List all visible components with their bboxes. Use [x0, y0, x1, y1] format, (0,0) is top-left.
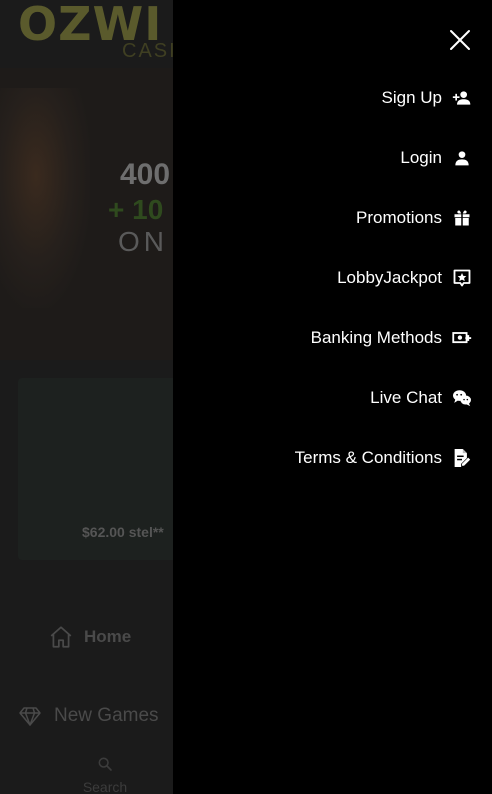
home-icon [48, 624, 74, 650]
person-icon [452, 148, 472, 168]
nav-home-label: Home [84, 627, 132, 646]
hero-character-image [0, 88, 90, 308]
menu-item-live-chat[interactable]: Live Chat [173, 368, 472, 428]
menu-item-promotions[interactable]: Promotions [173, 188, 472, 248]
document-edit-icon [452, 448, 472, 468]
close-icon[interactable] [448, 28, 472, 52]
nav-search-label: Search [82, 779, 128, 794]
menu-item-terms-conditions[interactable]: Terms & Conditions [173, 428, 472, 488]
menu-item-banking-methods[interactable]: Banking Methods [173, 308, 472, 368]
nav-new-games: New Games [18, 704, 159, 728]
menu-item-sign-up[interactable]: Sign Up [173, 68, 472, 128]
star-badge-icon [452, 268, 472, 288]
menu-item-label: Terms & Conditions [294, 448, 442, 467]
hero-bonus-on: ON [118, 226, 168, 257]
menu-item-label: Banking Methods [310, 328, 442, 347]
menu-item-label: Promotions [356, 208, 442, 227]
search-icon [97, 756, 113, 772]
drawer-menu-list: Sign Up Login Promotions LobbyJackpot Ba… [173, 68, 472, 488]
nav-new-games-label: New Games [54, 705, 159, 726]
hero-bonus-amount: 400 [120, 158, 171, 191]
diamond-icon [18, 704, 42, 728]
jackpot-winner-text: $62.00 stel** [82, 524, 164, 540]
menu-item-lobby-jackpot[interactable]: LobbyJackpot [173, 248, 472, 308]
menu-item-label: Live Chat [370, 388, 442, 407]
gift-icon [452, 208, 472, 228]
menu-item-label: LobbyJackpot [337, 268, 442, 287]
money-add-icon [452, 328, 472, 348]
menu-item-label: Sign Up [381, 88, 442, 107]
site-logo-subtitle: CASI [122, 40, 177, 62]
nav-home: Home [48, 624, 131, 650]
menu-item-login[interactable]: Login [173, 128, 472, 188]
chat-bubbles-icon [452, 388, 472, 408]
nav-search: Search [80, 756, 130, 794]
hero-bonus-extra: + 10 [108, 194, 164, 225]
person-add-icon [452, 88, 472, 108]
side-drawer-menu: Sign Up Login Promotions LobbyJackpot Ba… [173, 0, 492, 794]
menu-item-label: Login [400, 148, 442, 167]
